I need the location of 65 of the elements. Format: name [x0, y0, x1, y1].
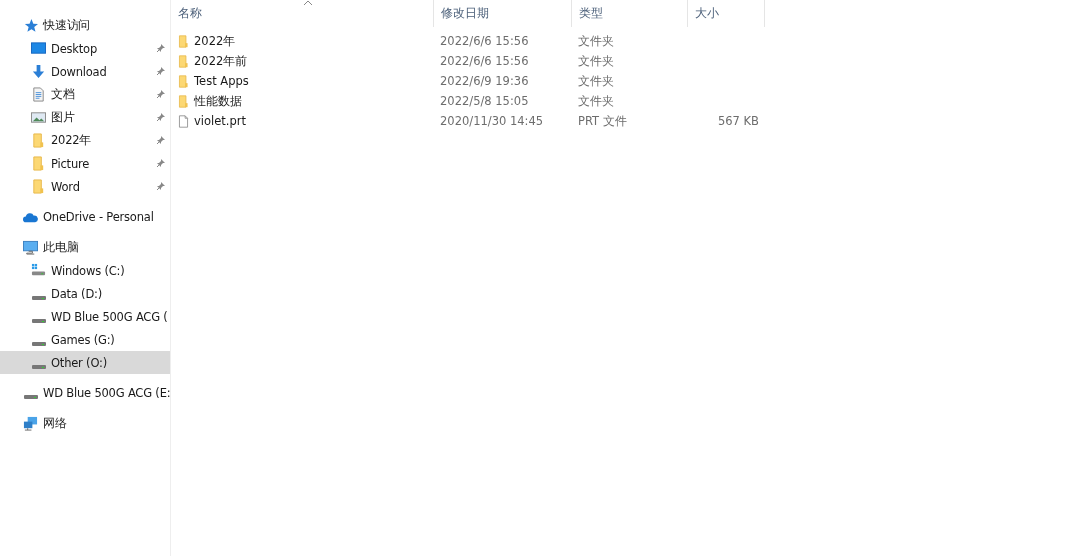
folder-icon — [31, 179, 46, 194]
file-name[interactable]: 2022年 — [171, 33, 434, 49]
down-arrow-icon — [31, 64, 46, 79]
pin-icon[interactable] — [156, 158, 166, 168]
modified-date: 2020/11/30 14:45 — [439, 114, 545, 128]
sidebar-item[interactable]: 文档 — [0, 83, 170, 106]
image-icon — [31, 110, 46, 125]
folder-icon — [177, 73, 190, 89]
pin-icon[interactable] — [156, 89, 166, 99]
file-icon — [177, 113, 190, 129]
sidebar-item[interactable]: 此电脑 — [0, 236, 170, 259]
computer-icon — [23, 240, 38, 255]
modified-date: 2022/6/6 15:56 — [439, 34, 530, 48]
file-type: 文件夹 — [577, 93, 615, 109]
sidebar-item[interactable]: Other (O:) — [0, 351, 170, 374]
modified-date: 2022/6/9 19:36 — [439, 74, 530, 88]
pin-icon[interactable] — [156, 135, 166, 145]
folder-icon — [31, 133, 46, 148]
network-icon — [23, 416, 38, 431]
sidebar-item[interactable]: OneDrive - Personal — [0, 205, 170, 229]
sidebar-item[interactable]: Windows (C:) — [0, 259, 170, 282]
sidebar-item[interactable]: 网络 — [0, 412, 170, 435]
sidebar-item[interactable]: Word — [0, 175, 170, 198]
file-type: PRT 文件 — [577, 113, 628, 129]
drive-icon — [32, 341, 46, 346]
column-header[interactable]: 大小 — [688, 0, 765, 27]
sidebar-item[interactable]: Games (G:) — [0, 328, 170, 351]
column-header[interactable]: 名称 — [171, 0, 434, 27]
file-type: 文件夹 — [577, 73, 615, 89]
file-name[interactable]: Test Apps — [171, 73, 434, 89]
windows-drive-icon — [31, 263, 46, 278]
file-name[interactable]: 2022年前 — [171, 53, 434, 69]
folder-icon — [177, 93, 190, 109]
document-icon — [31, 87, 46, 102]
star-icon — [23, 18, 38, 33]
monitor-icon — [31, 41, 46, 56]
sidebar-item[interactable]: 图片 — [0, 106, 170, 129]
pin-icon[interactable] — [156, 112, 166, 122]
pin-icon[interactable] — [156, 66, 166, 76]
sidebar-item[interactable]: Picture — [0, 152, 170, 175]
sidebar-item[interactable]: WD Blue 500G ACG (E: — [0, 381, 170, 405]
drive-icon — [32, 295, 46, 300]
sidebar-item[interactable]: 快速访问 — [0, 14, 170, 37]
sidebar-item[interactable]: Data (D:) — [0, 282, 170, 305]
column-header[interactable]: 修改日期 — [434, 0, 572, 27]
drive-icon — [24, 395, 38, 399]
file-type: 文件夹 — [577, 53, 615, 69]
drive-icon — [32, 364, 46, 369]
file-size: 567 KB — [716, 114, 760, 128]
pin-icon[interactable] — [156, 181, 166, 191]
modified-date: 2022/6/6 15:56 — [439, 54, 530, 68]
folder-icon — [31, 156, 46, 171]
file-name[interactable]: 性能数据 — [171, 93, 434, 109]
file-type: 文件夹 — [577, 33, 615, 49]
folder-icon — [177, 53, 190, 69]
sidebar-item[interactable]: Download — [0, 60, 170, 83]
sidebar-item[interactable]: Desktop — [0, 37, 170, 60]
sidebar-item[interactable]: 2022年 — [0, 129, 170, 152]
drive-icon — [32, 318, 46, 323]
pin-icon[interactable] — [156, 43, 166, 53]
sidebar-item[interactable]: WD Blue 500G ACG ( — [0, 305, 170, 328]
folder-icon — [177, 33, 190, 49]
modified-date: 2022/5/8 15:05 — [439, 94, 530, 108]
column-header[interactable]: 类型 — [572, 0, 688, 27]
file-name[interactable]: violet.prt — [171, 113, 434, 129]
